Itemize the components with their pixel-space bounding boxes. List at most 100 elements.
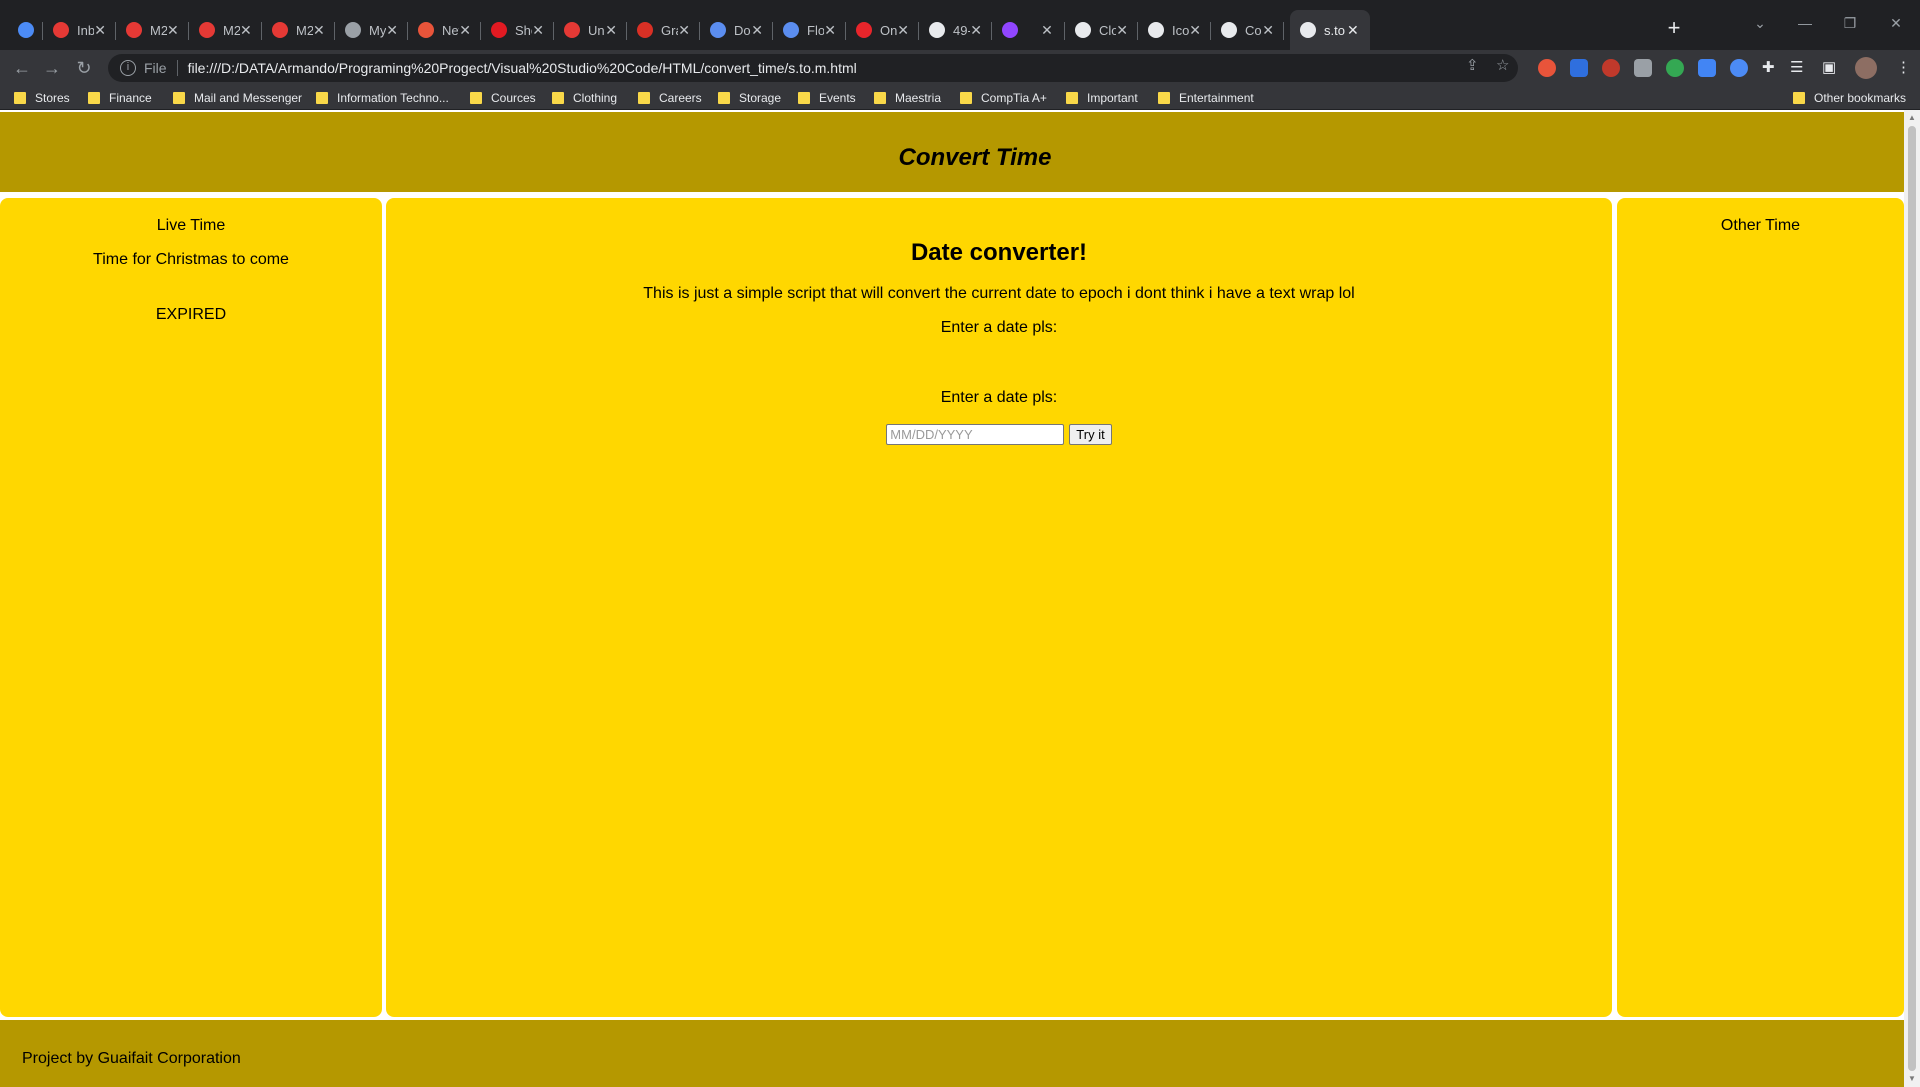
browser-tab[interactable] bbox=[8, 10, 43, 50]
info-icon[interactable]: i bbox=[120, 60, 136, 76]
reload-icon[interactable]: ↻ bbox=[70, 54, 98, 82]
share-icon[interactable]: ⇪ bbox=[1466, 56, 1479, 74]
extension-icon[interactable] bbox=[1602, 59, 1620, 77]
date-prompt-label-2: Enter a date pls: bbox=[940, 389, 1058, 406]
tab-title: Con bbox=[1245, 22, 1262, 38]
browser-tab[interactable]: Icol3✕ bbox=[1138, 10, 1211, 50]
close-tab-icon[interactable]: ✕ bbox=[532, 22, 544, 39]
date-input[interactable] bbox=[886, 424, 1065, 445]
close-tab-icon[interactable]: ✕ bbox=[1346, 22, 1360, 39]
extension-icon[interactable] bbox=[1698, 59, 1716, 77]
menu-icon[interactable]: ⋮ bbox=[1896, 58, 1911, 76]
bookmark-folder[interactable]: CompTia A+ bbox=[960, 90, 1047, 106]
folder-icon bbox=[960, 92, 972, 104]
bookmark-folder[interactable]: Cources bbox=[470, 90, 536, 106]
close-tab-icon[interactable]: ✕ bbox=[459, 22, 471, 39]
extension-icon[interactable] bbox=[1570, 59, 1588, 77]
browser-tab[interactable]: M2:✕ bbox=[262, 10, 335, 50]
close-tab-icon[interactable]: ✕ bbox=[1116, 22, 1128, 39]
scroll-down-icon[interactable]: ▼ bbox=[1907, 1074, 1917, 1084]
extension-icon[interactable] bbox=[1634, 59, 1652, 77]
bookmark-folder[interactable]: Events bbox=[798, 90, 856, 106]
globe-icon bbox=[1300, 22, 1316, 38]
footer-credit: Project by Guaifait Corporation bbox=[22, 1050, 241, 1067]
converter-description: This is just a simple script that will c… bbox=[643, 285, 1355, 302]
bookmark-folder[interactable]: Information Techno... bbox=[316, 90, 449, 106]
close-tab-icon[interactable]: ✕ bbox=[897, 22, 909, 39]
bookmark-folder[interactable]: Important bbox=[1066, 90, 1138, 106]
other-time-title: Other Time bbox=[1720, 217, 1801, 234]
folder-icon bbox=[798, 92, 810, 104]
address-bar[interactable]: i File file:///D:/DATA/Armando/Programin… bbox=[108, 54, 1518, 82]
forward-icon[interactable]: → bbox=[38, 54, 66, 82]
tab-search-icon[interactable]: ⌄ bbox=[1740, 10, 1780, 36]
close-tab-icon[interactable]: ✕ bbox=[1189, 22, 1201, 39]
profile-avatar[interactable] bbox=[1855, 57, 1877, 79]
browser-tab[interactable]: M2:✕ bbox=[189, 10, 262, 50]
close-tab-icon[interactable]: ✕ bbox=[313, 22, 325, 39]
bookmark-folder[interactable]: Mail and Messenger bbox=[173, 90, 302, 106]
browser-tab[interactable]: Doc✕ bbox=[700, 10, 773, 50]
extension-icon[interactable] bbox=[1538, 59, 1556, 77]
close-tab-icon[interactable]: ✕ bbox=[1262, 22, 1274, 39]
minimize-icon[interactable]: — bbox=[1785, 10, 1825, 36]
extension-icon[interactable] bbox=[1666, 59, 1684, 77]
close-tab-icon[interactable]: ✕ bbox=[751, 22, 763, 39]
other-bookmarks[interactable]: Other bookmarks bbox=[1793, 90, 1906, 106]
close-tab-icon[interactable]: ✕ bbox=[1039, 22, 1055, 39]
browser-tab[interactable]: Con✕ bbox=[1211, 10, 1284, 50]
close-tab-icon[interactable]: ✕ bbox=[970, 22, 982, 39]
browser-tab[interactable]: Flow✕ bbox=[773, 10, 846, 50]
extensions-puzzle-icon[interactable]: ✚ bbox=[1762, 58, 1775, 76]
close-tab-icon[interactable]: ✕ bbox=[824, 22, 836, 39]
vertical-scrollbar[interactable]: ▲ ▼ bbox=[1904, 110, 1920, 1087]
bookmark-folder[interactable]: Storage bbox=[718, 90, 781, 106]
close-tab-icon[interactable]: ✕ bbox=[678, 22, 690, 39]
close-tab-icon[interactable]: ✕ bbox=[386, 22, 398, 39]
browser-tab[interactable]: ✕ bbox=[992, 10, 1065, 50]
bookmark-folder[interactable]: Stores bbox=[14, 90, 70, 106]
scrollbar-thumb[interactable] bbox=[1908, 126, 1916, 1071]
tab-title: Sho bbox=[515, 22, 532, 38]
browser-tab[interactable]: Onli✕ bbox=[846, 10, 919, 50]
tab-title: Clou bbox=[1099, 22, 1117, 38]
close-tab-icon[interactable]: ✕ bbox=[167, 22, 179, 39]
scroll-up-icon[interactable]: ▲ bbox=[1907, 113, 1917, 123]
restore-icon[interactable]: ❐ bbox=[1830, 10, 1870, 36]
close-tab-icon[interactable]: ✕ bbox=[240, 22, 252, 39]
close-window-icon[interactable]: ✕ bbox=[1876, 10, 1916, 36]
ring-icon bbox=[199, 22, 215, 38]
date-converter-panel: Date converter! This is just a simple sc… bbox=[386, 198, 1612, 1017]
reading-list-icon[interactable]: ☰ bbox=[1790, 58, 1803, 76]
bookmark-folder[interactable]: Careers bbox=[638, 90, 702, 106]
browser-tab[interactable]: Inbo✕ bbox=[43, 10, 116, 50]
star-icon[interactable]: ☆ bbox=[1496, 56, 1509, 74]
close-tab-icon[interactable]: ✕ bbox=[605, 22, 617, 39]
folder-icon bbox=[1158, 92, 1170, 104]
browser-tab[interactable]: Grad✕ bbox=[627, 10, 700, 50]
browser-tab[interactable]: 49-c✕ bbox=[919, 10, 992, 50]
browser-tab[interactable]: s.to.✕ bbox=[1290, 10, 1370, 50]
bookmark-folder[interactable]: Entertainment bbox=[1158, 90, 1254, 106]
bookmark-folder[interactable]: Clothing bbox=[552, 90, 617, 106]
browser-tab[interactable]: Uns✕ bbox=[554, 10, 627, 50]
browser-tab[interactable]: Clou✕ bbox=[1065, 10, 1138, 50]
extension-icon[interactable] bbox=[1730, 59, 1748, 77]
side-panel-icon[interactable]: ▣ bbox=[1822, 58, 1836, 76]
browser-tab[interactable]: New✕ bbox=[408, 10, 481, 50]
browser-tab[interactable]: Sho✕ bbox=[481, 10, 554, 50]
browser-tab[interactable]: M2:✕ bbox=[116, 10, 189, 50]
ring-icon bbox=[272, 22, 288, 38]
address-url[interactable]: file:///D:/DATA/Armando/Programing%20Pro… bbox=[188, 60, 857, 76]
try-it-button[interactable]: Try it bbox=[1069, 424, 1112, 445]
bookmark-label: CompTia A+ bbox=[981, 91, 1047, 105]
shield-icon bbox=[783, 22, 799, 38]
tab-separator bbox=[1283, 22, 1284, 40]
close-tab-icon[interactable]: ✕ bbox=[94, 22, 106, 39]
shield-icon bbox=[710, 22, 726, 38]
browser-tab[interactable]: My (✕ bbox=[335, 10, 408, 50]
back-icon[interactable]: ← bbox=[8, 54, 36, 82]
bookmark-folder[interactable]: Maestria bbox=[874, 90, 941, 106]
new-tab-icon[interactable]: + bbox=[1660, 14, 1688, 42]
bookmark-folder[interactable]: Finance bbox=[88, 90, 152, 106]
